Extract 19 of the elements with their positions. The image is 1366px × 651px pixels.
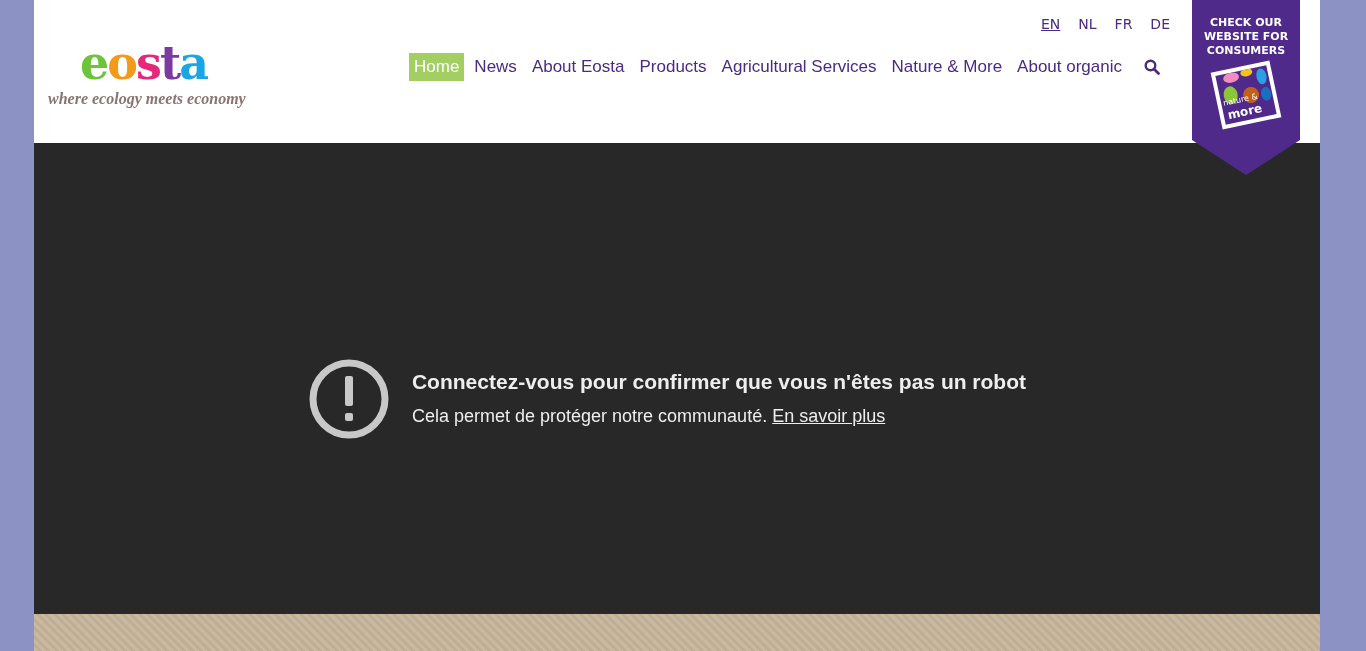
warning-icon [307, 357, 390, 440]
logo-tagline: where ecology meets economy [48, 90, 247, 108]
search-icon[interactable] [1144, 59, 1160, 75]
nav-link[interactable]: Nature & More [886, 53, 1008, 81]
language-link[interactable]: DE [1150, 16, 1170, 32]
stamp-logo: nature & more [1210, 60, 1282, 130]
language-link[interactable]: EN [1040, 16, 1061, 32]
error-title: Connectez-vous pour confirmer que vous n'êtes pas un robot [411, 370, 1027, 394]
consumer-website-badge[interactable]: CHECK OUR WEBSITE FOR CONSUMERS nature & more [1192, 0, 1300, 175]
nav-link[interactable]: News [469, 53, 522, 81]
error-message: Cela permet de protéger notre communauté. En savoir plus [411, 406, 887, 427]
nav-link[interactable]: Products [634, 53, 712, 81]
language-link[interactable]: NL [1078, 16, 1097, 32]
logo-wordmark[interactable]: eosta [48, 40, 368, 86]
nav-link[interactable]: About organic [1012, 53, 1127, 81]
nav-link[interactable]: About Eosta [526, 53, 630, 81]
language-link[interactable]: FR [1114, 16, 1133, 32]
nav-link[interactable]: Agricultural Services [716, 53, 882, 81]
learn-more-link[interactable]: En savoir plus [772, 406, 886, 426]
